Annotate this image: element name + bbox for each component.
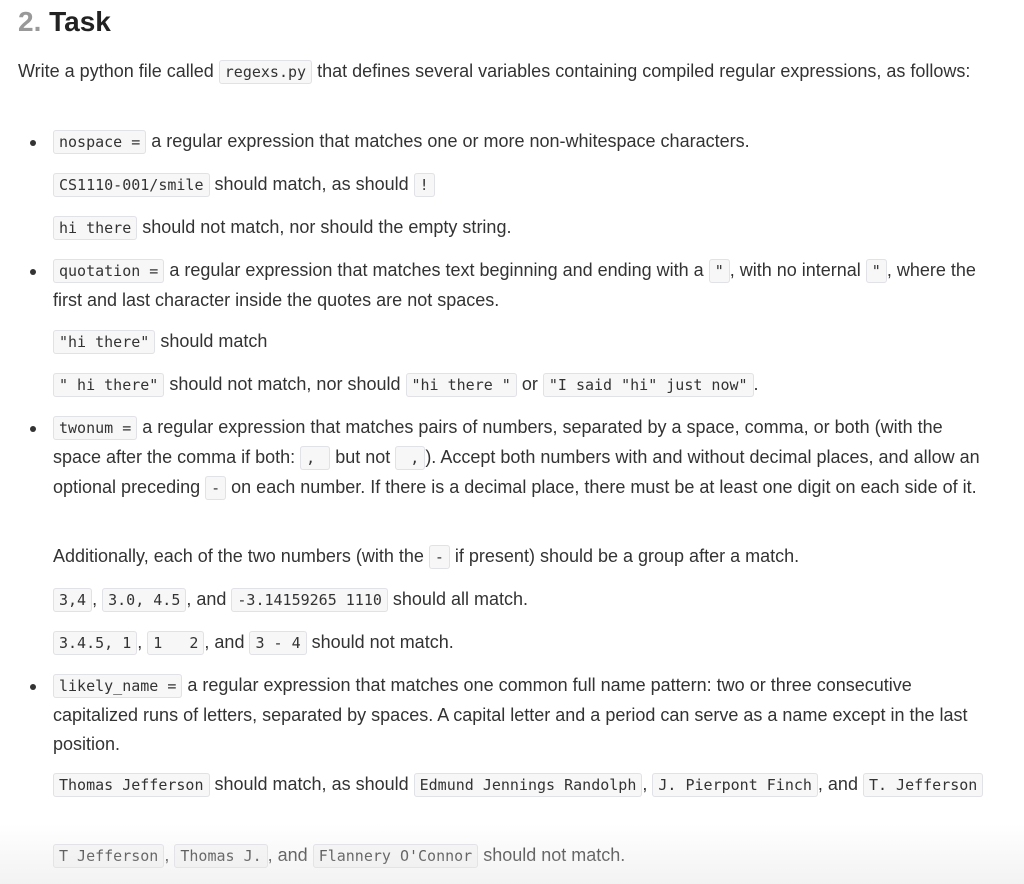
intro-paragraph: Write a python file called regexs.py tha… [18,57,1003,87]
example-code: Thomas Jefferson [53,773,210,797]
match-examples: Thomas Jefferson should match, as should… [53,770,993,800]
example-text: or [516,374,543,394]
example-code: 3.4.5, 1 [53,631,138,655]
item-description: quotation = a regular expression that ma… [18,256,993,315]
section-title: Task [49,6,111,37]
example-code: T. Jefferson [862,773,984,797]
example-text: , [92,589,103,609]
separator-code: , [300,446,331,470]
match-examples: 3,4, 3.0, 4.5, and -3.14159265 1110 shou… [53,585,993,615]
example-text: , [164,845,175,865]
nomatch-examples: T Jefferson, Thomas J., and Flannery O'C… [53,841,993,871]
minus-code: - [205,476,227,500]
example-text: Additionally, each of the two numbers (w… [53,546,429,566]
desc-text: a regular expression that matches one or… [146,131,750,151]
example-text: should not match, nor should [164,374,406,394]
list-item-quotation: quotation = a regular expression that ma… [18,256,993,315]
bullet-icon [30,426,36,432]
filename-code: regexs.py [218,60,313,84]
item-description: likely_name = a regular expression that … [18,671,993,759]
intro-text: that defines several variables containin… [312,61,971,81]
section-heading: 2. Task [18,2,111,42]
intro-text: Write a python file called [18,61,219,81]
example-code: 3,4 [53,588,93,612]
example-code: Edmund Jennings Randolph [413,773,643,797]
example-code: T Jefferson [53,844,165,868]
item-description: nospace = a regular expression that matc… [18,127,993,157]
list-item-twonum: twonum = a regular expression that match… [18,413,993,503]
example-text: should match, as should [209,174,414,194]
item-description: twonum = a regular expression that match… [18,413,993,503]
example-text: , and [267,845,313,865]
example-code: 3.0, 4.5 [102,588,187,612]
example-code: hi there [53,216,138,240]
example-code: ! [413,173,435,197]
example-text: , [642,774,653,794]
nomatch-examples: " hi there" should not match, nor should… [53,370,993,400]
example-text: should not match, nor should the empty s… [137,217,512,237]
example-text: should not match. [306,632,454,652]
desc-text: but not [330,447,396,467]
example-text: , [137,632,148,652]
desc-text: a regular expression that matches one co… [53,675,968,754]
quote-code: " [865,259,887,283]
example-code: -3.14159265 1110 [231,588,388,612]
separator-code: , [395,446,426,470]
example-text: should match, as should [209,774,414,794]
match-examples: CS1110-001/smile should match, as should… [53,170,993,200]
group-note: Additionally, each of the two numbers (w… [53,542,993,572]
section-number: 2. [18,6,42,37]
nomatch-examples: hi there should not match, nor should th… [53,213,993,243]
nomatch-examples: 3.4.5, 1, 1 2, and 3 - 4 should not matc… [53,628,993,658]
example-text: , and [204,632,250,652]
var-code: nospace = [53,130,147,154]
bullet-icon [30,269,36,275]
bullet-icon [30,140,36,146]
example-code: "hi there" [53,330,156,354]
example-code: "I said "hi" just now" [542,373,754,397]
example-code: Flannery O'Connor [312,844,479,868]
example-code: 3 - 4 [249,631,307,655]
example-text: , and [817,774,863,794]
quote-code: " [708,259,730,283]
desc-text: on each number. If there is a decimal pl… [226,477,977,497]
example-text: . [753,374,759,394]
bullet-icon [30,684,36,690]
desc-text: , with no internal [729,260,866,280]
example-code: " hi there" [53,373,165,397]
var-code: likely_name = [53,674,183,698]
var-code: quotation = [53,259,165,283]
example-code: CS1110-001/smile [53,173,210,197]
list-item-likely-name: likely_name = a regular expression that … [18,671,993,759]
example-code: J. Pierpont Finch [652,773,818,797]
minus-code: - [428,545,450,569]
example-text: , and [186,589,232,609]
example-code: Thomas J. [174,844,268,868]
match-examples: "hi there" should match [53,327,993,357]
example-text: should match [155,331,268,351]
list-item-nospace: nospace = a regular expression that matc… [18,127,993,157]
desc-text: a regular expression that matches text b… [164,260,709,280]
var-code: twonum = [53,416,138,440]
example-text: if present) should be a group after a ma… [449,546,800,566]
example-code: 1 2 [147,631,205,655]
example-text: should all match. [387,589,528,609]
example-text: should not match. [478,845,626,865]
example-code: "hi there " [405,373,517,397]
